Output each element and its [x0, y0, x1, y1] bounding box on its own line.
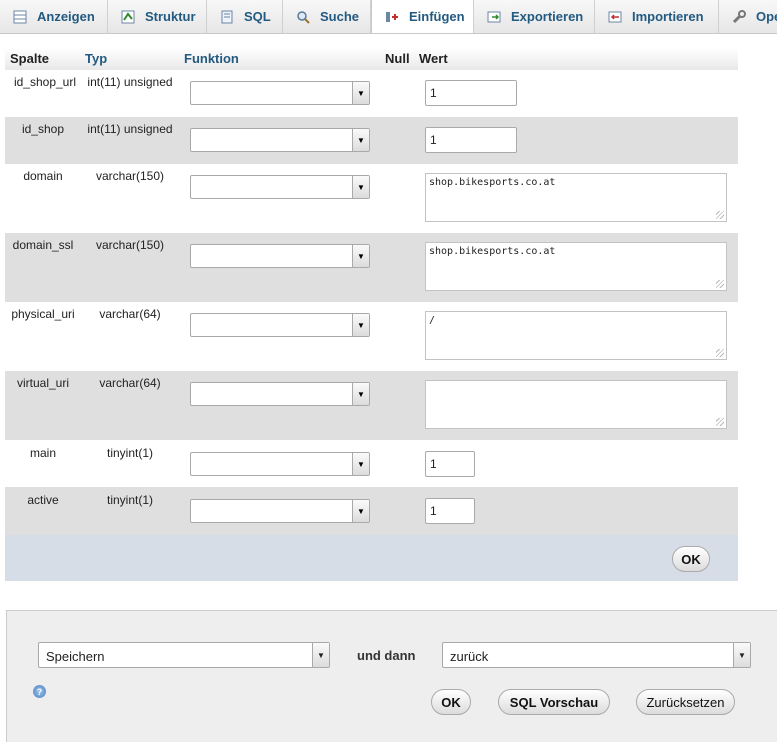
value-input[interactable]: 1	[425, 127, 517, 153]
tab-bar: Anzeigen Struktur SQL Suche Einfügen Exp…	[0, 0, 777, 34]
chevron-down-icon: ▼	[352, 82, 369, 104]
column-name: virtual_uri	[16, 376, 70, 390]
header-null: Null	[385, 51, 410, 66]
resize-grip-icon[interactable]	[716, 418, 724, 426]
ok-button[interactable]: OK	[672, 546, 710, 572]
tab-exportieren[interactable]: Exportieren	[474, 0, 595, 33]
header-spalte: Spalte	[10, 51, 50, 66]
table-browse-icon	[12, 9, 28, 25]
wrench-icon	[731, 9, 747, 25]
function-select[interactable]: ▼	[190, 313, 370, 337]
header-wert: Wert	[419, 51, 448, 66]
tab-struktur[interactable]: Struktur	[108, 0, 207, 33]
column-type: int(11) unsigned	[87, 122, 173, 136]
column-type: int(11) unsigned	[87, 75, 173, 89]
insert-icon	[384, 9, 400, 25]
chevron-down-icon: ▼	[352, 500, 369, 522]
column-name: id_shop_url	[13, 75, 77, 89]
tab-suche[interactable]: Suche	[283, 0, 371, 33]
after-insert-select[interactable]: zurück ▼	[442, 642, 751, 668]
sql-preview-button[interactable]: SQL Vorschau	[498, 689, 610, 715]
column-type: varchar(150)	[95, 238, 165, 252]
table-row: domain varchar(150) ▼ shop.bikesports.co…	[5, 164, 738, 233]
table-row: virtual_uri varchar(64) ▼	[5, 371, 738, 440]
structure-icon	[120, 9, 136, 25]
value-input[interactable]: 1	[425, 451, 475, 477]
search-icon	[295, 9, 311, 25]
value-input[interactable]: 1	[425, 498, 475, 524]
column-type: tinyint(1)	[106, 493, 153, 507]
function-select[interactable]: ▼	[190, 382, 370, 406]
column-name: id_shop	[21, 122, 65, 136]
sql-icon	[219, 9, 235, 25]
chevron-down-icon: ▼	[352, 453, 369, 475]
column-type: varchar(64)	[99, 307, 161, 321]
column-name: domain_ssl	[12, 238, 74, 252]
action-select[interactable]: Speichern ▼	[38, 642, 330, 668]
chevron-down-icon: ▼	[352, 383, 369, 405]
function-select[interactable]: ▼	[190, 452, 370, 476]
tab-importieren[interactable]: Importieren	[595, 0, 719, 33]
function-select[interactable]: ▼	[190, 175, 370, 199]
function-select[interactable]: ▼	[190, 499, 370, 523]
column-type: tinyint(1)	[106, 446, 153, 460]
table-footer-row: OK	[5, 535, 738, 581]
value-textarea[interactable]: shop.bikesports.co.at	[425, 242, 727, 291]
value-textarea[interactable]: /	[425, 311, 727, 360]
function-select[interactable]: ▼	[190, 81, 370, 105]
resize-grip-icon[interactable]	[716, 211, 724, 219]
value-textarea[interactable]	[425, 380, 727, 429]
table-header: Spalte Typ Funktion Null Wert	[5, 48, 738, 70]
header-funktion[interactable]: Funktion	[184, 48, 239, 70]
chevron-down-icon: ▼	[733, 643, 750, 667]
chevron-down-icon: ▼	[312, 643, 329, 667]
table-row: id_shop int(11) unsigned ▼ 1	[5, 117, 738, 164]
resize-grip-icon[interactable]	[716, 349, 724, 357]
tab-operationen[interactable]: Ope	[719, 0, 777, 33]
table-row: main tinyint(1) ▼ 1	[5, 440, 738, 487]
column-type: varchar(150)	[95, 169, 165, 183]
column-type: varchar(64)	[99, 376, 161, 390]
tab-anzeigen[interactable]: Anzeigen	[0, 0, 108, 33]
column-name: physical_uri	[11, 307, 75, 321]
table-row: active tinyint(1) ▼ 1	[5, 487, 738, 535]
tab-sql[interactable]: SQL	[207, 0, 283, 33]
table-row: domain_ssl varchar(150) ▼ shop.bikesport…	[5, 233, 738, 302]
column-name: active	[27, 493, 59, 507]
column-name: domain	[23, 169, 63, 183]
chevron-down-icon: ▼	[352, 314, 369, 336]
chevron-down-icon: ▼	[352, 245, 369, 267]
chevron-down-icon: ▼	[352, 129, 369, 151]
function-select[interactable]: ▼	[190, 128, 370, 152]
footer-ok-button[interactable]: OK	[431, 689, 471, 715]
reset-button[interactable]: Zurücksetzen	[636, 689, 735, 715]
column-name: main	[29, 446, 56, 460]
value-textarea[interactable]: shop.bikesports.co.at	[425, 173, 727, 222]
function-select[interactable]: ▼	[190, 244, 370, 268]
chevron-down-icon: ▼	[352, 176, 369, 198]
resize-grip-icon[interactable]	[716, 280, 724, 288]
help-icon[interactable]: ?	[33, 685, 46, 698]
value-input[interactable]: 1	[425, 80, 517, 106]
table-row: physical_uri varchar(64) ▼ /	[5, 302, 738, 371]
table-row: id_shop_url int(11) unsigned ▼ 1	[5, 70, 738, 117]
tab-einfuegen[interactable]: Einfügen	[371, 0, 474, 33]
export-icon	[486, 9, 502, 25]
and-then-label: und dann	[357, 648, 416, 663]
import-icon	[607, 9, 623, 25]
submit-panel: Speichern ▼ und dann zurück ▼ ? OK SQL V…	[6, 610, 777, 742]
header-typ[interactable]: Typ	[85, 48, 107, 70]
